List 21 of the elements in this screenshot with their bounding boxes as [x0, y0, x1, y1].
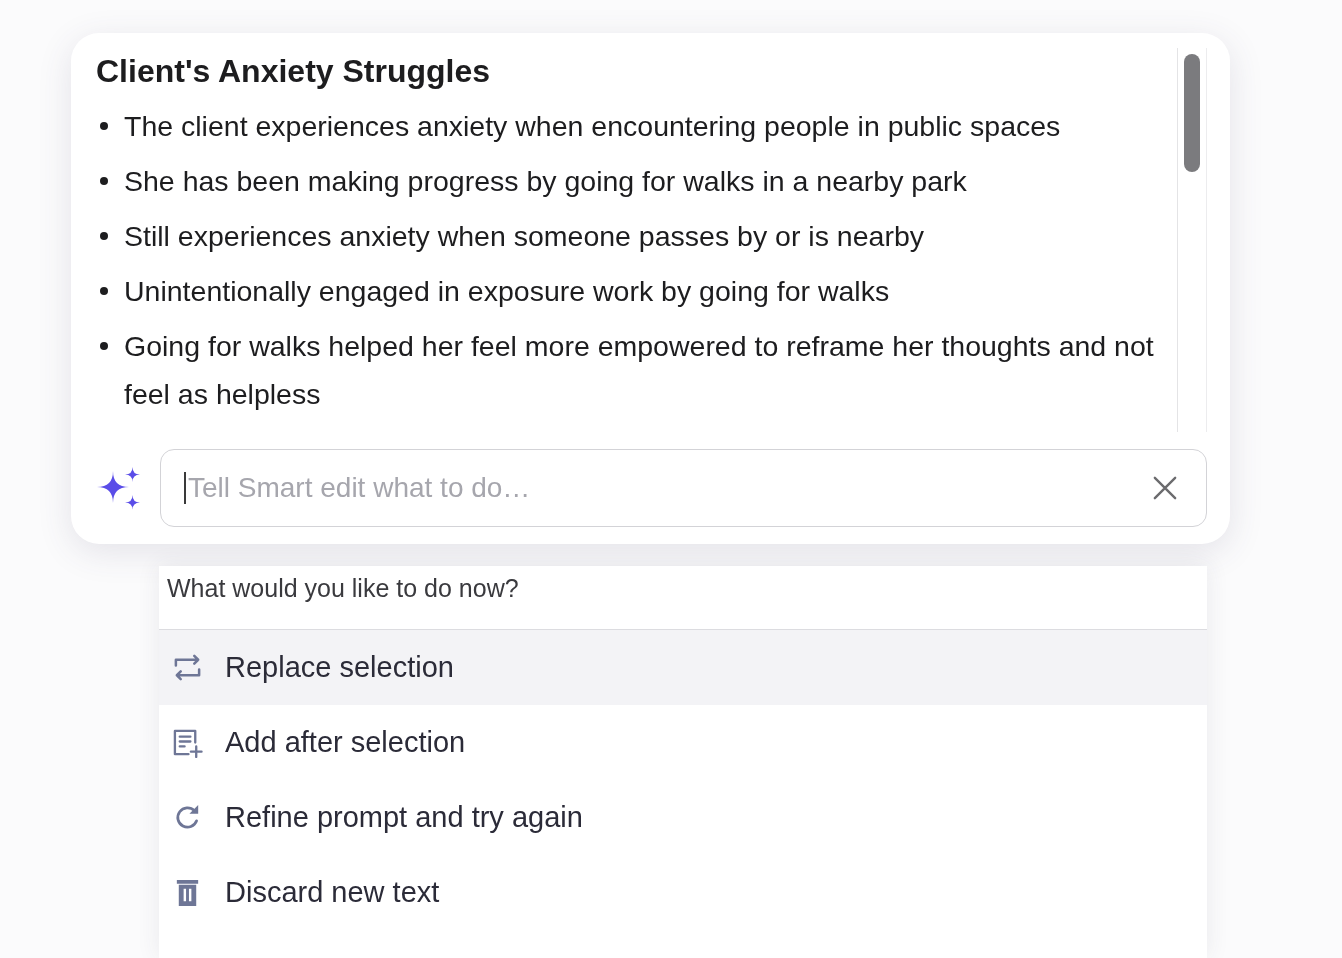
bullet-icon: [100, 232, 108, 240]
smart-edit-field[interactable]: Tell Smart edit what to do…: [160, 449, 1207, 527]
menu-item[interactable]: Replace selection: [159, 630, 1207, 705]
bullet-text: Still experiences anxiety when someone passes by or is nearby: [124, 219, 924, 254]
note-title: Client's Anxiety Struggles: [96, 52, 491, 91]
bullet-text: She has been making progress by going for walks in a nearby park: [124, 164, 967, 199]
menu-item[interactable]: Add after selection: [159, 705, 1207, 780]
menu-item[interactable]: Refine prompt and try again: [159, 780, 1207, 855]
bullet-icon: [100, 342, 108, 350]
bullet-icon: [100, 287, 108, 295]
scrollbar[interactable]: [1177, 48, 1207, 432]
bullet-icon: [100, 177, 108, 185]
menu-item[interactable]: Discard new text: [159, 855, 1207, 930]
close-icon: [1153, 476, 1177, 500]
swap-arrows-icon: [172, 652, 203, 683]
bullet-text: Unintentionally engaged in exposure work by going for walks: [124, 274, 890, 309]
bullet-icon: [100, 122, 108, 130]
bullet-text: The client experiences anxiety when encountering people in public spaces: [124, 109, 1061, 144]
bullet-text: Going for walks helped her feel more empowered to reframe her thoughts and not feel as helpless: [124, 329, 1155, 412]
scrollbar-thumb[interactable]: [1184, 54, 1200, 172]
note-plus-icon: [172, 727, 203, 758]
